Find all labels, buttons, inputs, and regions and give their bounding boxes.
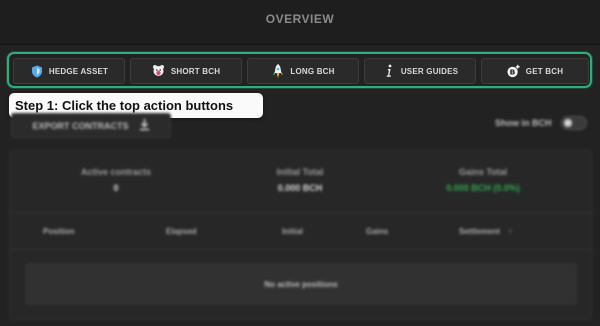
empty-state: No active positions (25, 263, 577, 305)
short-bch-label: SHORT BCH (170, 66, 221, 76)
contracts-panel: Active contracts 0 Initial Total 0.000 B… (9, 150, 593, 320)
user-guides-label: USER GUIDES (400, 66, 459, 76)
column-header-position[interactable]: Position (43, 227, 75, 236)
shield-icon (30, 64, 44, 78)
get-bch-label: GET BCH (525, 66, 564, 76)
column-header-elapsed[interactable]: Elapsed (166, 227, 197, 236)
page-title: OVERVIEW (265, 12, 335, 26)
export-contracts-button[interactable]: EXPORT CONTRACTS (11, 113, 171, 138)
initial-total-stat: Initial Total 0.000 BCH (230, 167, 370, 193)
active-contracts-value: 0 (113, 183, 119, 193)
action-buttons-group: HEDGE ASSET SHORT BCH LONG BCH USER GUID… (7, 52, 592, 88)
gains-total-label: Gains Total (458, 167, 508, 177)
rocket-icon (271, 63, 285, 78)
long-bch-button[interactable]: LONG BCH (247, 58, 359, 84)
gains-total-stat: Gains Total 0.000 BCH (0.0%) (413, 167, 553, 193)
export-contracts-label: EXPORT CONTRACTS (32, 120, 129, 131)
initial-total-label: Initial Total (276, 167, 324, 177)
initial-total-value: 0.000 BCH (277, 183, 323, 193)
header-divider (10, 249, 593, 250)
stats-divider (10, 212, 593, 213)
download-icon (139, 118, 150, 133)
hedge-asset-label: HEDGE ASSET (48, 66, 109, 76)
active-contracts-label: Active contracts (80, 167, 152, 177)
show-in-bch-label: Show in BCH (495, 118, 552, 128)
column-header-settlement[interactable]: Settlement ↑ (459, 227, 512, 236)
top-bar: OVERVIEW (0, 0, 600, 45)
show-in-bch-toggle[interactable] (561, 116, 587, 130)
settlement-label: Settlement (459, 227, 500, 236)
active-contracts-stat: Active contracts 0 (46, 167, 186, 193)
gains-total-value: 0.000 BCH (0.0%) (446, 183, 520, 193)
user-guides-button[interactable]: USER GUIDES (364, 58, 476, 84)
bear-icon (152, 64, 166, 78)
sort-arrow-icon: ↑ (508, 227, 513, 236)
svg-text:B: B (509, 68, 515, 77)
info-icon (382, 64, 396, 78)
column-header-gains[interactable]: Gains (366, 227, 388, 236)
toggle-knob (564, 119, 572, 127)
get-bch-button[interactable]: B GET BCH (481, 58, 589, 84)
column-header-initial[interactable]: Initial (282, 227, 303, 236)
bitcoin-cash-icon: B (507, 64, 521, 78)
short-bch-button[interactable]: SHORT BCH (130, 58, 242, 84)
long-bch-label: LONG BCH (290, 66, 335, 76)
hedge-asset-button[interactable]: HEDGE ASSET (13, 58, 125, 84)
